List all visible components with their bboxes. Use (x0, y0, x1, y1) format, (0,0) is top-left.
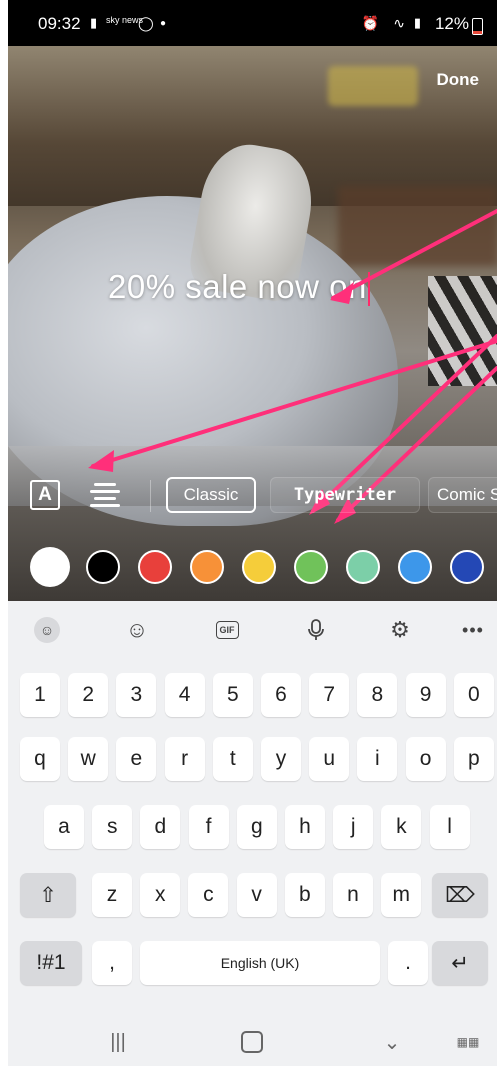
backspace-key[interactable]: ⌦ (432, 873, 488, 917)
key-u[interactable]: u (309, 737, 350, 781)
key-q[interactable]: q (20, 737, 60, 781)
background-object (338, 186, 497, 266)
key-4[interactable]: 4 (164, 673, 205, 717)
color-palette (8, 546, 497, 592)
text-style-icon[interactable]: A (28, 478, 62, 512)
mic-icon[interactable] (301, 615, 331, 645)
key-o[interactable]: o (405, 737, 446, 781)
color-swatch-red[interactable] (138, 550, 172, 584)
background-object (328, 66, 418, 106)
settings-icon[interactable]: ⚙ (385, 615, 415, 645)
shoe-stripes (428, 276, 497, 386)
key-x[interactable]: x (140, 873, 181, 917)
back-icon[interactable]: ⌄ (372, 1027, 412, 1057)
font-typewriter-button[interactable]: Typewriter (270, 477, 420, 513)
color-swatch-orange[interactable] (190, 550, 224, 584)
key-a[interactable]: a (44, 805, 84, 849)
recents-icon[interactable]: ||| (98, 1027, 138, 1057)
notification-icon: ▮ (90, 15, 98, 30)
key-l[interactable]: l (429, 805, 470, 849)
period-key[interactable]: . (388, 941, 428, 985)
key-g[interactable]: g (236, 805, 277, 849)
key-2[interactable]: 2 (68, 673, 109, 717)
space-key[interactable]: English (UK) (140, 941, 380, 985)
font-classic-button[interactable]: Classic (166, 477, 256, 513)
battery-icon (472, 18, 483, 35)
comma-key[interactable]: , (92, 941, 132, 985)
key-v[interactable]: v (236, 873, 277, 917)
key-h[interactable]: h (285, 805, 325, 849)
color-swatch-yellow[interactable] (242, 550, 276, 584)
key-m[interactable]: m (381, 873, 422, 917)
clock: 09:32 (38, 14, 81, 33)
key-k[interactable]: k (381, 805, 422, 849)
alarm-icon: ⏰ (361, 15, 379, 31)
battery-percent: 12% (434, 14, 469, 33)
signal-icon: ▮ (413, 15, 421, 30)
home-icon[interactable] (232, 1027, 272, 1057)
color-swatch-navy[interactable] (450, 550, 484, 584)
key-d[interactable]: d (140, 805, 181, 849)
key-f[interactable]: f (188, 805, 229, 849)
navigation-bar: ||| ⌄ ▦▦ (8, 1017, 497, 1066)
keyboard-toolbar: ☺ ☺ GIF ⚙ ••• (8, 601, 497, 659)
key-1[interactable]: 1 (20, 673, 60, 717)
key-s[interactable]: s (92, 805, 133, 849)
key-z[interactable]: z (92, 873, 132, 917)
key-0[interactable]: 0 (453, 673, 494, 717)
gif-icon[interactable]: GIF (212, 615, 242, 645)
caption-text-input[interactable]: 20% sale now on (108, 268, 370, 307)
status-bar: 09:32 ▮ sky news ◯ ● ⏰ ∿ ▮ 12% (8, 0, 497, 46)
key-e[interactable]: e (116, 737, 157, 781)
keyboard: ☺ ☺ GIF ⚙ ••• 1234567890 qwertyuiop asdfgh… (8, 601, 497, 1066)
key-r[interactable]: r (164, 737, 205, 781)
enter-key[interactable]: ↵ (432, 941, 488, 985)
wifi-icon: ∿ (393, 15, 405, 31)
key-w[interactable]: w (68, 737, 109, 781)
more-icon[interactable]: ••• (458, 615, 488, 645)
key-8[interactable]: 8 (357, 673, 398, 717)
key-i[interactable]: i (357, 737, 398, 781)
key-9[interactable]: 9 (405, 673, 446, 717)
color-swatch-blue[interactable] (398, 550, 432, 584)
color-swatch-mint[interactable] (346, 550, 380, 584)
tools-divider (150, 480, 151, 512)
text-tools-bar: A Classic Typewriter Comic S (8, 472, 497, 520)
gif-label: GIF (215, 621, 239, 639)
sticker-icon[interactable]: ☺ (34, 617, 60, 643)
symbols-key[interactable]: !#1 (20, 941, 82, 985)
keyboard-switch-icon[interactable]: ▦▦ (448, 1027, 488, 1057)
caption-text: 20% sale now on (108, 268, 367, 305)
font-comic-button[interactable]: Comic S (428, 477, 497, 513)
key-t[interactable]: t (212, 737, 253, 781)
key-p[interactable]: p (453, 737, 494, 781)
key-n[interactable]: n (333, 873, 373, 917)
emoji-icon[interactable]: ☺ (122, 615, 152, 645)
done-button[interactable]: Done (437, 70, 480, 90)
key-7[interactable]: 7 (309, 673, 350, 717)
key-c[interactable]: c (188, 873, 229, 917)
phone-screen: 09:32 ▮ sky news ◯ ● ⏰ ∿ ▮ 12% Done 20% … (8, 0, 497, 1066)
key-6[interactable]: 6 (261, 673, 301, 717)
key-3[interactable]: 3 (116, 673, 157, 717)
text-align-icon[interactable] (88, 478, 122, 512)
color-swatch-white[interactable] (30, 547, 70, 587)
color-swatch-black[interactable] (86, 550, 120, 584)
key-b[interactable]: b (284, 873, 325, 917)
key-j[interactable]: j (333, 805, 374, 849)
shift-key[interactable]: ⇧ (20, 873, 76, 917)
text-cursor (367, 272, 370, 307)
color-swatch-green[interactable] (294, 550, 328, 584)
text-editor-canvas[interactable]: Done 20% sale now on A Classic Typewrite… (8, 46, 497, 601)
key-5[interactable]: 5 (212, 673, 253, 717)
instagram-icon: ◯ (138, 15, 154, 31)
dot-icon: ● (160, 18, 167, 29)
key-y[interactable]: y (261, 737, 301, 781)
